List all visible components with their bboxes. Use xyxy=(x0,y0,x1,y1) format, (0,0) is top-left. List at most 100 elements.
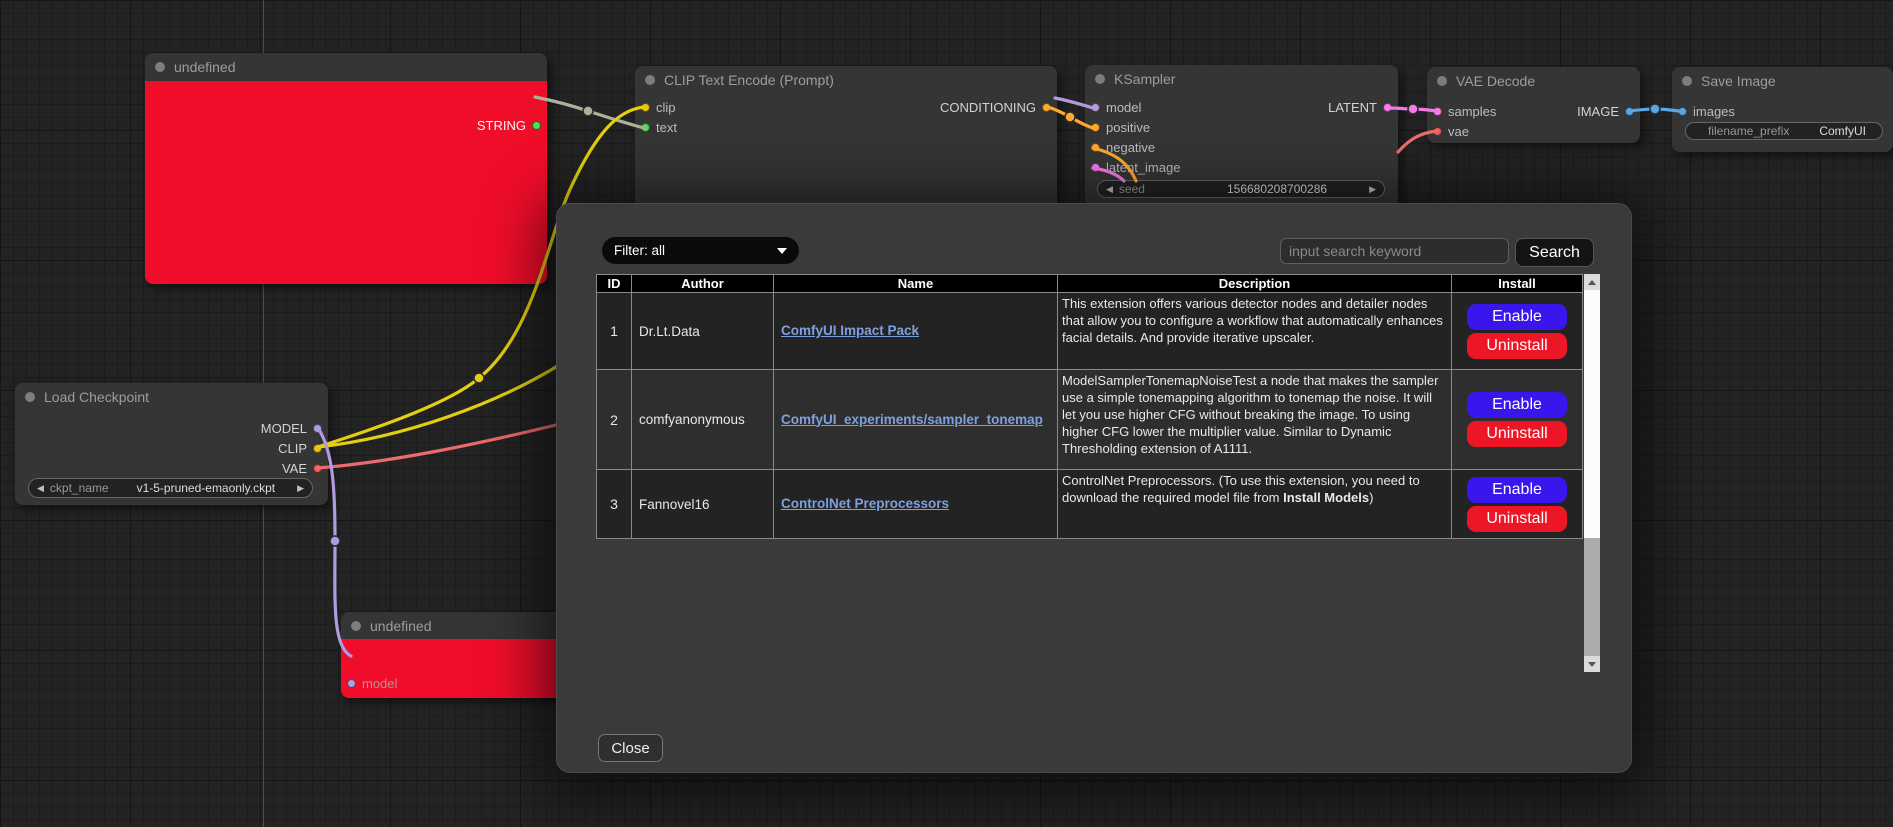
cell-description: ModelSamplerTonemapNoiseTest a node that… xyxy=(1058,370,1452,470)
node-load-checkpoint[interactable]: Load Checkpoint MODEL CLIP VAE ◀ ckpt_na… xyxy=(15,383,328,505)
header-name: Name xyxy=(774,275,1058,293)
node-title-bar[interactable]: CLIP Text Encode (Prompt) xyxy=(635,66,1057,94)
node-collapse-dot[interactable] xyxy=(1095,74,1105,84)
extension-link[interactable]: ComfyUI Impact Pack xyxy=(781,323,919,338)
uninstall-button[interactable]: Uninstall xyxy=(1467,421,1567,447)
input-slot-negative[interactable] xyxy=(1091,143,1100,152)
search-input[interactable] xyxy=(1280,238,1509,264)
uninstall-button[interactable]: Uninstall xyxy=(1467,333,1567,359)
output-slot-clip[interactable] xyxy=(313,444,322,453)
node-title-bar[interactable]: Save Image xyxy=(1672,67,1893,95)
input-slot-images[interactable] xyxy=(1678,107,1687,116)
extension-link[interactable]: ComfyUI_experiments/sampler_tonemap xyxy=(781,412,1043,427)
node-ksampler[interactable]: KSampler model LATENT positive negative … xyxy=(1085,65,1398,206)
table-scrollbar[interactable] xyxy=(1584,274,1600,672)
node-clip-text-encode[interactable]: CLIP Text Encode (Prompt) clip CONDITION… xyxy=(635,66,1057,206)
node-title-bar[interactable]: VAE Decode xyxy=(1427,67,1640,95)
input-slot-vae[interactable] xyxy=(1433,127,1442,136)
node-collapse-dot[interactable] xyxy=(1437,76,1447,86)
reroute-dot[interactable] xyxy=(474,373,484,383)
enable-button[interactable]: Enable xyxy=(1467,392,1567,418)
node-collapse-dot[interactable] xyxy=(645,75,655,85)
reroute-dot[interactable] xyxy=(330,536,340,546)
node-collapse-dot[interactable] xyxy=(155,62,165,72)
search-button[interactable]: Search xyxy=(1515,238,1594,267)
node-title: Save Image xyxy=(1701,73,1776,89)
wire-vae-left xyxy=(318,416,596,468)
input-slot-samples[interactable] xyxy=(1433,107,1442,116)
filename-prefix-widget[interactable]: filename_prefix ComfyUI xyxy=(1685,122,1883,140)
scrollbar-thumb[interactable] xyxy=(1584,290,1600,538)
node-collapse-dot[interactable] xyxy=(25,392,35,402)
scroll-down-icon[interactable] xyxy=(1584,656,1600,672)
output-label-image: IMAGE xyxy=(1577,104,1619,119)
input-slot-model[interactable] xyxy=(1091,103,1100,112)
ckpt-name-widget[interactable]: ◀ ckpt_name v1-5-pruned-emaonly.ckpt ▶ xyxy=(28,478,313,498)
cell-description: This extension offers various detector n… xyxy=(1058,293,1452,370)
node-title: VAE Decode xyxy=(1456,73,1535,89)
filename-widget-label: filename_prefix xyxy=(1708,124,1789,138)
input-slot-text[interactable] xyxy=(641,123,650,132)
cell-author: comfyanonymous xyxy=(632,370,774,470)
output-slot-image[interactable] xyxy=(1625,107,1634,116)
cell-id: 3 xyxy=(597,470,632,539)
output-label-conditioning: CONDITIONING xyxy=(940,100,1036,115)
output-slot-model[interactable] xyxy=(313,424,322,433)
node-title: KSampler xyxy=(1114,71,1175,87)
chevron-down-icon xyxy=(777,248,787,254)
input-slot-clip[interactable] xyxy=(641,103,650,112)
node-title-bar[interactable]: undefined xyxy=(145,53,547,81)
seed-widget-value: 156680208700286 xyxy=(1227,182,1327,196)
node-title-bar[interactable]: Load Checkpoint xyxy=(15,383,328,411)
increment-arrow-icon[interactable]: ▶ xyxy=(1369,185,1376,194)
reroute-dot[interactable] xyxy=(1408,104,1418,114)
output-slot-latent[interactable] xyxy=(1383,103,1392,112)
uninstall-button[interactable]: Uninstall xyxy=(1467,506,1567,532)
reroute-dot[interactable] xyxy=(1065,112,1075,122)
slot-label-positive: positive xyxy=(1106,120,1150,135)
node-collapse-dot[interactable] xyxy=(1682,76,1692,86)
filter-dropdown[interactable]: Filter: all xyxy=(602,237,799,264)
reroute-dot[interactable] xyxy=(1650,104,1660,114)
node-vae-decode[interactable]: VAE Decode samples IMAGE vae xyxy=(1427,67,1640,143)
node-title-bar[interactable]: undefined xyxy=(341,612,567,639)
graph-canvas[interactable]: undefined STRING CLIP Text Encode (Promp… xyxy=(0,0,1893,827)
output-slot-conditioning[interactable] xyxy=(1042,103,1051,112)
extension-link[interactable]: ControlNet Preprocessors xyxy=(781,496,949,511)
enable-button[interactable]: Enable xyxy=(1467,477,1567,503)
close-button[interactable]: Close xyxy=(598,734,663,762)
reroute-dot[interactable] xyxy=(583,106,593,116)
node-collapse-dot[interactable] xyxy=(351,621,361,631)
seed-widget[interactable]: ◀ seed 156680208700286 ▶ xyxy=(1097,180,1385,198)
output-slot-string[interactable] xyxy=(532,121,541,130)
input-slot-model[interactable] xyxy=(347,679,356,688)
next-arrow-icon[interactable]: ▶ xyxy=(297,484,304,493)
slot-label-latent-image: latent_image xyxy=(1106,160,1180,175)
extension-table: ID Author Name Description Install 1 Dr.… xyxy=(596,274,1583,539)
node-undefined-top[interactable]: undefined STRING xyxy=(145,53,547,284)
ckpt-widget-label: ckpt_name xyxy=(50,481,109,495)
node-title: undefined xyxy=(370,618,432,634)
filename-widget-value: ComfyUI xyxy=(1819,124,1866,138)
node-error-body: STRING xyxy=(145,81,547,284)
cell-author: Fannovel16 xyxy=(632,470,774,539)
node-title: CLIP Text Encode (Prompt) xyxy=(664,72,834,88)
table-row: 3 Fannovel16 ControlNet Preprocessors Co… xyxy=(597,470,1583,539)
output-slot-vae[interactable] xyxy=(313,464,322,473)
node-title: Load Checkpoint xyxy=(44,389,149,405)
slot-label-model: model xyxy=(1106,100,1141,115)
slot-label-samples: samples xyxy=(1448,104,1496,119)
decrement-arrow-icon[interactable]: ◀ xyxy=(1106,185,1113,194)
table-row: 2 comfyanonymous ComfyUI_experiments/sam… xyxy=(597,370,1583,470)
input-slot-positive[interactable] xyxy=(1091,123,1100,132)
enable-button[interactable]: Enable xyxy=(1467,304,1567,330)
scroll-up-icon[interactable] xyxy=(1584,274,1600,290)
node-save-image[interactable]: Save Image images filename_prefix ComfyU… xyxy=(1672,67,1893,152)
node-undefined-bottom[interactable]: undefined model xyxy=(341,612,567,698)
header-author: Author xyxy=(632,275,774,293)
wire-string-to-text xyxy=(535,97,644,128)
node-title-bar[interactable]: KSampler xyxy=(1085,65,1398,93)
prev-arrow-icon[interactable]: ◀ xyxy=(37,484,44,493)
input-slot-latent-image[interactable] xyxy=(1091,163,1100,172)
header-install: Install xyxy=(1452,275,1583,293)
